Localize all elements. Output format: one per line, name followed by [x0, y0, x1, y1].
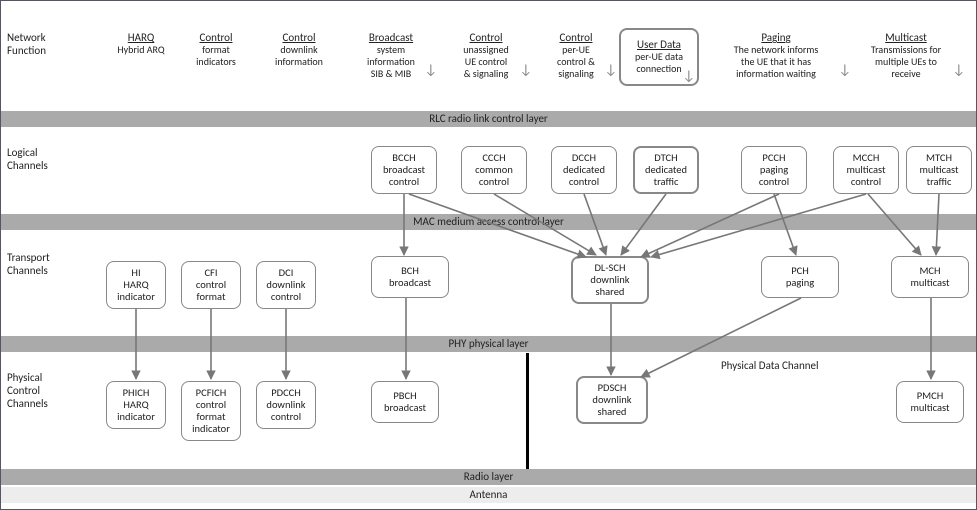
box-dcch: DCCHdedicatedcontrol	[551, 146, 617, 194]
bar-mac: MAC medium access control layer	[1, 214, 976, 230]
box-pcfich: PCFICHcontrolformatindicator	[181, 381, 241, 441]
bar-antenna: Antenna	[1, 487, 976, 503]
arrow-down-icon: ↓	[604, 61, 617, 78]
box-phich: PHICHHARQindicator	[106, 381, 166, 429]
box-bcch: BCCHbroadcastcontrol	[371, 146, 437, 194]
box-pch: PCHpaging	[761, 256, 839, 298]
nf-user-data: User Data per-UE dataconnection ↓	[619, 28, 699, 86]
physical-data-channel-label: Physical Data Channel	[721, 359, 819, 372]
arrow-down-icon: ↓	[952, 61, 965, 78]
box-pcch: PCCHpagingcontrol	[741, 146, 807, 194]
box-dtch: DTCHdedicatedtraffic	[633, 146, 699, 194]
row-label-network-function: NetworkFunction	[7, 31, 97, 57]
nf-paging-desc: The network informsthe UE that it hasinf…	[711, 44, 841, 80]
row-label-logical-channels: LogicalChannels	[7, 146, 97, 172]
box-hi: HIHARQindicator	[106, 261, 166, 309]
phy-divider	[526, 353, 529, 469]
nf-ctrlun-desc: unassignedUE control& signaling	[446, 44, 526, 80]
nf-paging: Paging The network informsthe UE that it…	[711, 31, 841, 80]
nf-control-downlink: Control downlinkinformation	[259, 31, 339, 68]
box-pmch: PMCHmulticast	[896, 381, 964, 423]
box-ccch: CCCHcommoncontrol	[461, 146, 527, 194]
nf-userdata-desc: per-UE dataconnection	[635, 51, 683, 75]
box-pdcch: PDCCHdownlinkcontrol	[256, 381, 316, 429]
box-cfi: CFIcontrolformat	[181, 261, 241, 309]
diagram-frame: NetworkFunction LogicalChannels Transpor…	[0, 0, 977, 510]
nf-harq-desc: Hybrid ARQ	[106, 44, 176, 56]
nf-control-perue: Control per-UEcontrol &signaling ↓	[541, 31, 611, 80]
row-label-physical-channels: PhysicalControlChannels	[7, 371, 97, 410]
box-mtch: MTCHmulticasttraffic	[906, 146, 972, 194]
box-mcch: MCCHmulticastcontrol	[833, 146, 899, 194]
nf-ctrlperue-desc: per-UEcontrol &signaling	[541, 44, 611, 80]
box-dlsch: DL-SCHdownlinkshared	[571, 256, 649, 304]
arrow-down-icon: ↓	[682, 70, 695, 82]
bar-phy: PHY physical layer	[1, 336, 976, 352]
nf-multicast: Multicast Transmissions formultiple UEs …	[851, 31, 961, 80]
nf-control-format: Control formatindicators	[181, 31, 251, 68]
bar-radio: Radio layer	[1, 469, 976, 485]
arrow-down-icon: ↓	[838, 61, 851, 78]
box-bch: BCHbroadcast	[371, 256, 449, 298]
nf-broadcast: Broadcast systeminformationSIB & MIB ↓	[351, 31, 431, 80]
box-mch: MCHmulticast	[891, 256, 969, 298]
nf-harq: HARQ Hybrid ARQ	[106, 31, 176, 56]
box-dci: DCIdownlinkcontrol	[256, 261, 316, 309]
row-label-transport-channels: TransportChannels	[7, 251, 97, 277]
nf-ctrldl-desc: downlinkinformation	[259, 44, 339, 68]
nf-bcast-desc: systeminformationSIB & MIB	[351, 44, 431, 80]
arrow-down-icon: ↓	[519, 61, 532, 78]
box-pbch: PBCHbroadcast	[371, 381, 439, 423]
nf-control-unassigned: Control unassignedUE control& signaling …	[446, 31, 526, 80]
bar-rlc: RLC radio link control layer	[1, 111, 976, 127]
nf-mcast-desc: Transmissions formultiple UEs toreceive	[851, 44, 961, 80]
nf-ctrlfmt-desc: formatindicators	[181, 44, 251, 68]
box-pdsch: PDSCHdownlinkshared	[576, 376, 648, 424]
arrow-down-icon: ↓	[424, 61, 437, 78]
